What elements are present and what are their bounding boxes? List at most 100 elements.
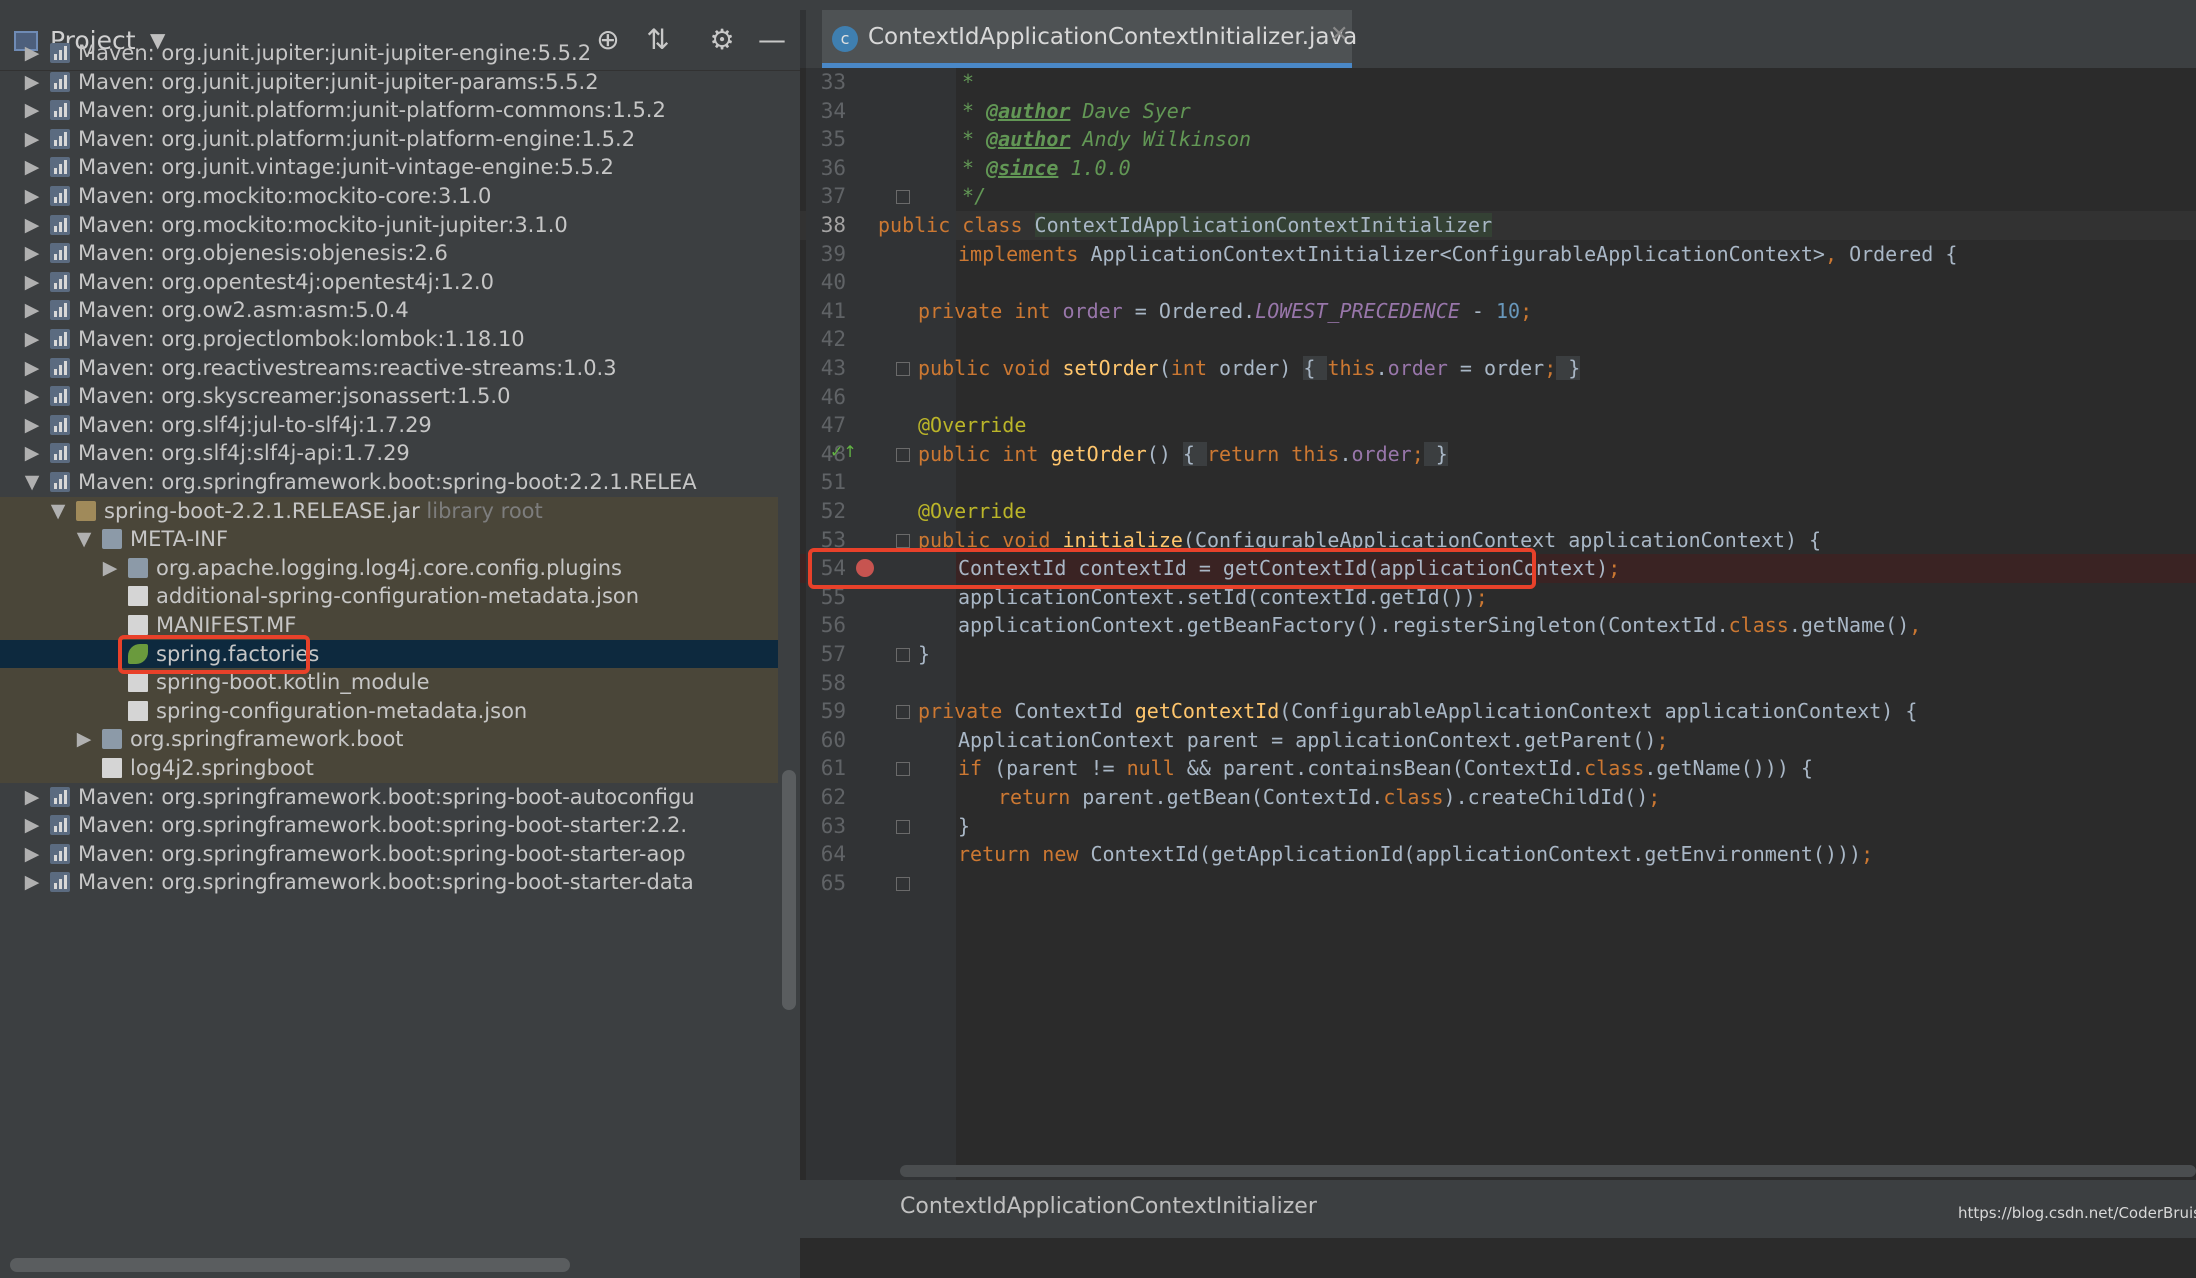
code-line[interactable]: return new ContextId(getApplicationId(ap…: [958, 840, 1873, 869]
tree-row[interactable]: spring-boot.kotlin_module: [0, 668, 778, 698]
fold-marker-icon[interactable]: [896, 447, 910, 462]
code-line[interactable]: }: [958, 812, 970, 841]
code-line[interactable]: public int getOrder() { return this.orde…: [918, 440, 1448, 469]
line-number: 47: [820, 413, 846, 438]
tree-row[interactable]: ▶ Maven: org.junit.platform:junit-platfor…: [0, 96, 778, 125]
line-number: 41: [820, 298, 846, 323]
expand-right-icon[interactable]: ▶: [20, 268, 44, 297]
tree-row[interactable]: ▶ Maven: org.springframework.boot:spring-…: [0, 868, 778, 897]
code-line[interactable]: */: [950, 182, 986, 211]
tree-row[interactable]: ▶ Maven: org.projectlombok:lombok:1.18.10: [0, 325, 778, 354]
code-line[interactable]: * @since 1.0.0: [950, 154, 1131, 183]
expand-right-icon[interactable]: ▶: [20, 39, 44, 68]
code-line[interactable]: private int order = Ordered.LOWEST_PRECE…: [918, 297, 1532, 326]
tree-row[interactable]: ▶ Maven: org.skyscreamer:jsonassert:1.5.0: [0, 382, 778, 411]
expand-right-icon[interactable]: ▶: [20, 382, 44, 411]
expand-down-icon[interactable]: ▼: [20, 468, 44, 497]
tree-row[interactable]: ▼ Maven: org.springframework.boot:spring-…: [0, 468, 778, 497]
code-line[interactable]: public class ContextIdApplicationContext…: [878, 211, 1493, 240]
expand-right-icon[interactable]: ▶: [20, 840, 44, 869]
code-line[interactable]: ApplicationContext parent = applicationC…: [958, 726, 1668, 755]
code-line[interactable]: private ContextId getContextId(Configura…: [918, 697, 1917, 726]
maven-library-icon: [50, 186, 70, 206]
line-number: 36: [820, 155, 846, 180]
tree-row[interactable]: ▶ Maven: org.junit.platform:junit-platfor…: [0, 125, 778, 154]
expand-right-icon[interactable]: ▶: [20, 811, 44, 840]
code-line[interactable]: public void setOrder(int order) { this.o…: [918, 354, 1581, 383]
fold-marker-icon[interactable]: [896, 876, 910, 891]
tree-row[interactable]: ▶ Maven: org.junit.jupiter:junit-jupiter-…: [0, 39, 778, 68]
tree-row[interactable]: ▶ Maven: org.ow2.asm:asm:5.0.4: [0, 296, 778, 325]
expand-right-icon[interactable]: ▶: [20, 96, 44, 125]
code-line[interactable]: @Override: [918, 497, 1026, 526]
expand-right-icon[interactable]: ▶: [20, 439, 44, 468]
code-line[interactable]: if (parent != null && parent.containsBea…: [958, 754, 1813, 783]
tree-row[interactable]: ▶ Maven: org.reactivestreams:reactive-str…: [0, 354, 778, 383]
expand-down-icon[interactable]: ▼: [72, 525, 96, 554]
code-line[interactable]: * @author Andy Wilkinson: [950, 125, 1251, 154]
tree-row[interactable]: ▶ Maven: org.junit.vintage:junit-vintage-…: [0, 153, 778, 182]
fold-marker-icon[interactable]: [896, 533, 910, 548]
tree-row[interactable]: ▶ Maven: org.springframework.boot:spring-…: [0, 811, 778, 840]
vertical-scrollbar[interactable]: [782, 770, 796, 1010]
tree-row[interactable]: spring-configuration-metadata.json: [0, 696, 778, 726]
maven-library-icon: [50, 271, 70, 292]
java-class-icon: c: [832, 26, 858, 52]
line-number: 37: [820, 184, 846, 209]
code-line[interactable]: return parent.getBean(ContextId.class).c…: [998, 783, 1660, 812]
tree-row[interactable]: MANIFEST.MF: [0, 611, 778, 640]
tree-row[interactable]: ▶ Maven: org.opentest4j:opentest4j:1.2.0: [0, 268, 778, 297]
expand-right-icon[interactable]: ▶: [20, 239, 44, 268]
expand-right-icon[interactable]: ▶: [20, 354, 44, 383]
tree-row[interactable]: ▶ Maven: org.mockito:mockito-core:3.1.0: [0, 182, 778, 211]
tree-row[interactable]: ▶ Maven: org.slf4j:jul-to-slf4j:1.7.29: [0, 411, 778, 440]
fold-marker-icon[interactable]: [896, 705, 910, 720]
fold-marker-icon[interactable]: [896, 190, 910, 205]
editor-tab[interactable]: c ContextIdApplicationContextInitializer…: [822, 10, 1357, 68]
expand-right-icon[interactable]: ▶: [20, 868, 44, 897]
code-line[interactable]: implements ApplicationContextInitializer…: [958, 240, 1957, 269]
tree-row[interactable]: ▶ Maven: org.slf4j:slf4j-api:1.7.29: [0, 439, 778, 468]
expand-right-icon[interactable]: ▶: [72, 725, 96, 754]
tree-row[interactable]: ▼ META-INF: [0, 525, 778, 555]
expand-right-icon[interactable]: ▶: [98, 554, 122, 583]
fold-marker-icon[interactable]: [896, 362, 910, 376]
code-line[interactable]: * @author Dave Syer: [950, 97, 1191, 126]
expand-right-icon[interactable]: ▶: [20, 153, 44, 182]
fold-marker-icon[interactable]: [896, 819, 910, 834]
tree-row[interactable]: additional-spring-configuration-metadata…: [0, 582, 778, 612]
tree-row[interactable]: ▶ org.apache.logging.log4j.core.config.pl…: [0, 553, 778, 583]
expand-right-icon[interactable]: ▶: [20, 783, 44, 812]
expand-down-icon[interactable]: ▼: [46, 497, 70, 526]
code-line[interactable]: applicationContext.getBeanFactory().regi…: [958, 611, 1921, 640]
fold-marker-icon[interactable]: [896, 648, 910, 662]
close-icon[interactable]: ✕: [1330, 22, 1348, 47]
tree-item-label: additional-spring-configuration-metadata…: [156, 584, 640, 609]
code-line[interactable]: }: [918, 640, 930, 669]
expand-right-icon[interactable]: ▶: [20, 411, 44, 440]
tree-item-label: Maven: org.junit.platform:junit-platform…: [78, 126, 636, 151]
fold-marker-icon[interactable]: [896, 762, 910, 777]
tree-row[interactable]: log4j2.springboot: [0, 754, 778, 783]
tree-row[interactable]: ▶ org.springframework.boot: [0, 725, 778, 755]
implements-method-icon[interactable]: ✓↑: [830, 442, 857, 461]
code-line[interactable]: *: [950, 68, 974, 97]
expand-right-icon[interactable]: ▶: [20, 325, 44, 354]
tree-row[interactable]: ▶ Maven: org.springframework.boot:spring-…: [0, 783, 778, 812]
tree-row[interactable]: ▶ Maven: org.mockito:mockito-junit-jupite…: [0, 211, 778, 240]
expand-right-icon[interactable]: ▶: [20, 182, 44, 211]
tree-row[interactable]: ▼ spring-boot-2.2.1.RELEASE.jar library r…: [0, 496, 778, 526]
expand-right-icon[interactable]: ▶: [20, 211, 44, 240]
expand-right-icon[interactable]: ▶: [20, 296, 44, 325]
tree-row[interactable]: spring.factories: [0, 639, 778, 669]
tree-row[interactable]: ▶ Maven: org.junit.jupiter:junit-jupiter-…: [0, 68, 778, 97]
horizontal-scrollbar[interactable]: [10, 1258, 570, 1272]
code-line[interactable]: @Override: [918, 411, 1026, 440]
editor-horizontal-scrollbar[interactable]: [900, 1165, 2196, 1177]
expand-right-icon[interactable]: ▶: [20, 68, 44, 97]
tree-item-label: Maven: org.springframework.boot:spring-b…: [78, 470, 697, 494]
tree-row[interactable]: ▶ Maven: org.objenesis:objenesis:2.6: [0, 239, 778, 268]
tree-row[interactable]: ▶ Maven: org.springframework.boot:spring-…: [0, 840, 778, 869]
expand-right-icon[interactable]: ▶: [20, 125, 44, 154]
breadcrumb[interactable]: ContextIdApplicationContextInitializer: [900, 1194, 1317, 1219]
